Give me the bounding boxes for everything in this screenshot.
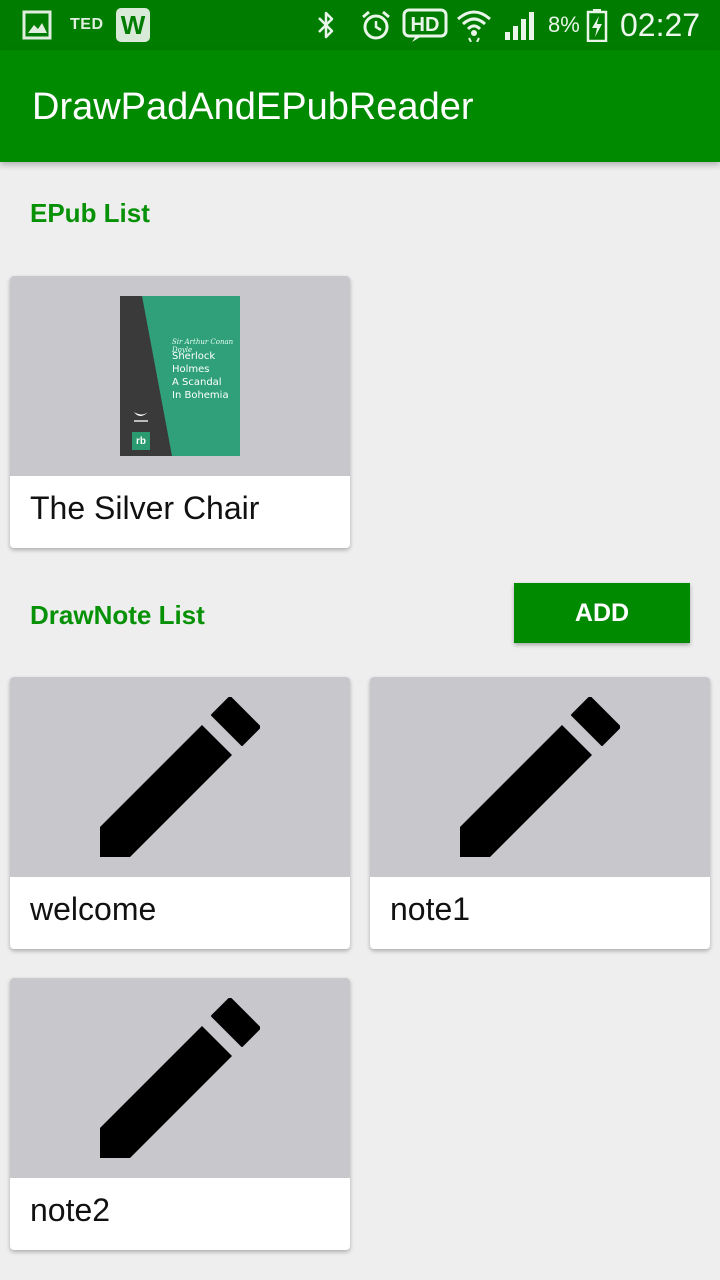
drawnote-thumbnail <box>370 677 710 877</box>
drawnote-list-heading: DrawNote List <box>30 600 205 630</box>
drawnote-card[interactable]: note2 <box>10 978 350 1250</box>
app-bar: DrawPadAndEPubReader <box>0 50 720 162</box>
cover-title-line: In Bohemia <box>172 390 229 401</box>
hd-icon: HD <box>402 0 448 50</box>
gallery-icon <box>22 0 52 50</box>
epub-cover-thumbnail: Sir Arthur Conan Doyle Sherlock Holmes A… <box>10 276 350 476</box>
pencil-icon <box>100 998 260 1158</box>
wifi-icon <box>456 0 492 50</box>
drawnote-title: note2 <box>30 1192 111 1228</box>
cover-title-line: Holmes <box>172 364 210 375</box>
alarm-icon <box>360 0 392 50</box>
cover-title-line: A Scandal <box>172 377 222 388</box>
battery-charging-icon <box>586 0 608 50</box>
add-button[interactable]: ADD <box>514 583 690 643</box>
status-bar: TED W HD 8% 02:27 <box>0 0 720 50</box>
pencil-icon <box>100 697 260 857</box>
ted-icon: TED <box>70 16 104 33</box>
drawnote-card[interactable]: welcome <box>10 677 350 949</box>
drawnote-title: welcome <box>30 891 157 927</box>
epub-list-heading: EPub List <box>30 198 150 228</box>
hd-label: HD <box>411 14 440 36</box>
drawnote-thumbnail <box>10 677 350 877</box>
w-app-icon: W <box>116 0 150 50</box>
epub-card[interactable]: Sir Arthur Conan Doyle Sherlock Holmes A… <box>10 276 350 548</box>
book-cover-image: Sir Arthur Conan Doyle Sherlock Holmes A… <box>120 296 240 456</box>
drawnote-title: note1 <box>390 891 471 927</box>
clock-time: 02:27 <box>620 6 701 43</box>
signal-icon <box>503 0 537 50</box>
publisher-logo: rb <box>132 432 150 450</box>
app-title: DrawPadAndEPubReader <box>32 86 474 128</box>
battery-percent: 8% <box>548 12 580 37</box>
drawnote-thumbnail <box>10 978 350 1178</box>
bluetooth-icon <box>314 0 338 50</box>
pencil-icon <box>460 697 620 857</box>
epub-title: The Silver Chair <box>30 490 260 526</box>
cover-title-line: Sherlock <box>172 351 216 362</box>
drawnote-card[interactable]: note1 <box>370 677 710 949</box>
w-app-label: W <box>116 8 150 42</box>
